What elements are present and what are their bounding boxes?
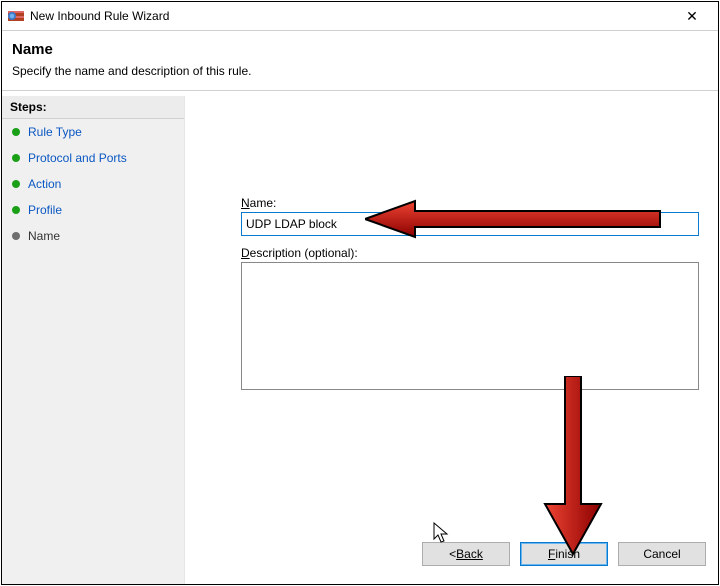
page-subtitle: Specify the name and description of this… <box>12 64 708 78</box>
step-name: Name <box>2 223 184 249</box>
close-icon: ✕ <box>686 8 698 25</box>
close-button[interactable]: ✕ <box>672 2 712 30</box>
annotation-arrow-finish <box>543 376 603 556</box>
step-label: Name <box>28 229 60 243</box>
description-input[interactable] <box>241 262 699 390</box>
page-title: Name <box>12 41 708 58</box>
step-bullet-icon <box>12 180 20 188</box>
step-bullet-icon <box>12 154 20 162</box>
step-label: Profile <box>28 203 62 217</box>
window-title: New Inbound Rule Wizard <box>30 9 672 23</box>
step-bullet-icon <box>12 232 20 240</box>
description-label: Description (optional): <box>241 246 358 260</box>
name-label: Name: <box>241 196 276 210</box>
step-bullet-icon <box>12 128 20 136</box>
step-rule-type[interactable]: Rule Type <box>2 119 184 145</box>
title-bar: New Inbound Rule Wizard ✕ <box>2 2 718 31</box>
steps-sidebar: Steps: Rule Type Protocol and Ports Acti… <box>2 96 185 584</box>
step-protocol-and-ports[interactable]: Protocol and Ports <box>2 145 184 171</box>
step-label: Action <box>28 177 61 191</box>
wizard-window: New Inbound Rule Wizard ✕ Name Specify t… <box>1 1 719 585</box>
wizard-main: Name: Description (optional): < Back Fin… <box>185 96 718 584</box>
steps-heading: Steps: <box>2 96 184 119</box>
firewall-icon <box>8 8 24 24</box>
finish-button[interactable]: Finish <box>520 542 608 566</box>
back-button[interactable]: < Back <box>422 542 510 566</box>
step-profile[interactable]: Profile <box>2 197 184 223</box>
step-label: Protocol and Ports <box>28 151 127 165</box>
step-label: Rule Type <box>28 125 82 139</box>
step-bullet-icon <box>12 206 20 214</box>
step-action[interactable]: Action <box>2 171 184 197</box>
cancel-button[interactable]: Cancel <box>618 542 706 566</box>
wizard-buttons: < Back Finish Cancel <box>422 542 706 566</box>
name-input[interactable] <box>241 212 699 236</box>
wizard-header: Name Specify the name and description of… <box>2 31 718 91</box>
